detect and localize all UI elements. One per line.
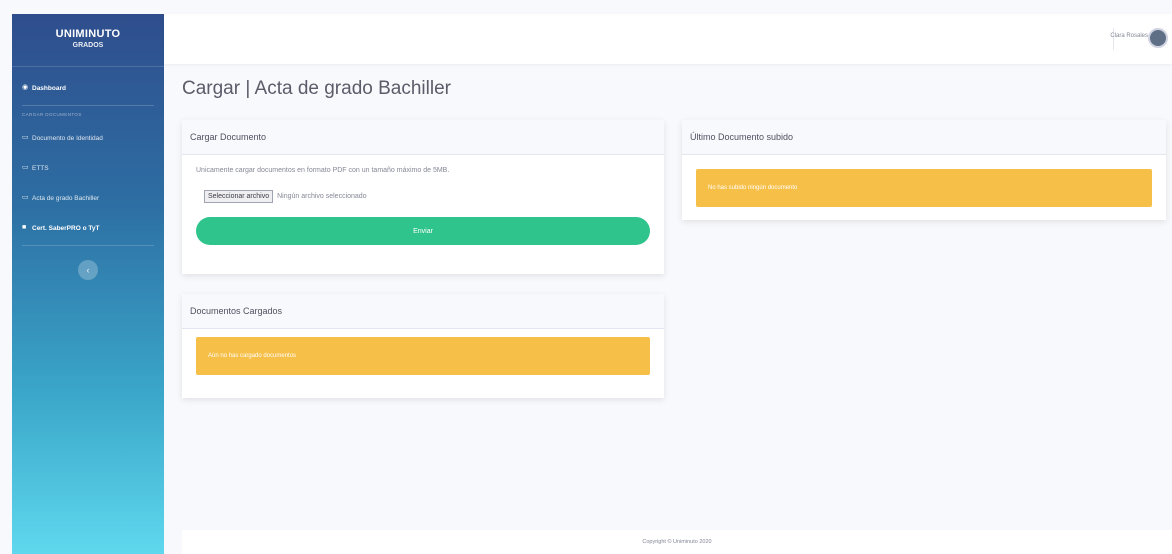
folder-icon: ■ (22, 224, 27, 231)
uploaded-card-header: Documentos Cargados (182, 294, 664, 329)
folder-icon: ▭ (22, 164, 29, 171)
upload-card-header: Cargar Documento (182, 120, 664, 155)
brand-title: UNIMINUTO (55, 28, 121, 40)
topbar-divider (1113, 28, 1114, 50)
avatar[interactable] (1148, 28, 1168, 48)
sidebar-item-dashboard[interactable]: ◉ Dashboard (12, 79, 164, 97)
brand[interactable]: UNIMINUTO GRADOS (12, 14, 164, 67)
sidebar-item-label: ETTS (32, 164, 49, 172)
sidebar-item-saberpro[interactable]: ■ Cert. SaberPRO o TyT (12, 219, 164, 237)
send-button[interactable]: Enviar (196, 217, 650, 245)
last-card-body: No has subido ningún documento (682, 155, 1166, 213)
sidebar-item-label: Dashboard (32, 84, 66, 92)
upload-card-body: Unicamente cargar documentos en formato … (182, 155, 664, 251)
sidebar-toggle-button[interactable]: ‹ (78, 260, 98, 280)
file-status: Ningún archivo seleccionado (277, 193, 367, 200)
sidebar: UNIMINUTO GRADOS ◉ Dashboard CARGAR DOCU… (12, 14, 164, 554)
copyright-text: Copyright © Uniminuto 2020 (642, 539, 712, 545)
folder-icon: ▭ (22, 194, 29, 201)
tachometer-icon: ◉ (22, 84, 29, 91)
uploaded-documents-card: Documentos Cargados Aún no has cargado d… (182, 294, 664, 398)
send-button-label: Enviar (413, 227, 433, 235)
last-document-card: Último Documento subido No has subido ni… (682, 120, 1166, 220)
footer: Copyright © Uniminuto 2020 (182, 530, 1172, 554)
uploaded-card-body: Aún no has cargado documentos (182, 329, 664, 381)
sidebar-item-label: Documento de Identidad (32, 134, 103, 142)
sidebar-item-acta-grado[interactable]: ▭ Acta de grado Bachiller (12, 189, 164, 207)
upload-card: Cargar Documento Unicamente cargar docum… (182, 120, 664, 274)
last-card-header: Último Documento subido (682, 120, 1166, 155)
user-name[interactable]: Clara Rosales (1110, 33, 1148, 39)
sidebar-section-heading: CARGAR DOCUMENTOS (22, 112, 82, 117)
brand-subtitle: GRADOS (72, 42, 104, 49)
sidebar-item-documento-identidad[interactable]: ▭ Documento de Identidad (12, 129, 164, 147)
select-file-button[interactable]: Seleccionar archivo (204, 190, 274, 203)
upload-info-text: Unicamente cargar documentos en formato … (196, 167, 450, 174)
no-documents-alert: Aún no has cargado documentos (196, 337, 650, 375)
sidebar-item-etts[interactable]: ▭ ETTS (12, 159, 164, 177)
sidebar-item-label: Acta de grado Bachiller (32, 194, 100, 202)
no-last-document-alert: No has subido ningún documento (696, 169, 1152, 207)
chevron-left-icon: ‹ (86, 265, 90, 275)
folder-icon: ▭ (22, 134, 29, 141)
topbar: Clara Rosales (164, 14, 1172, 64)
file-input[interactable]: Seleccionar archivo Ningún archivo selec… (204, 190, 650, 203)
sidebar-divider (22, 245, 154, 246)
sidebar-item-label: Cert. SaberPRO o TyT (32, 224, 100, 232)
page-title: Cargar | Acta de grado Bachiller (182, 78, 451, 99)
